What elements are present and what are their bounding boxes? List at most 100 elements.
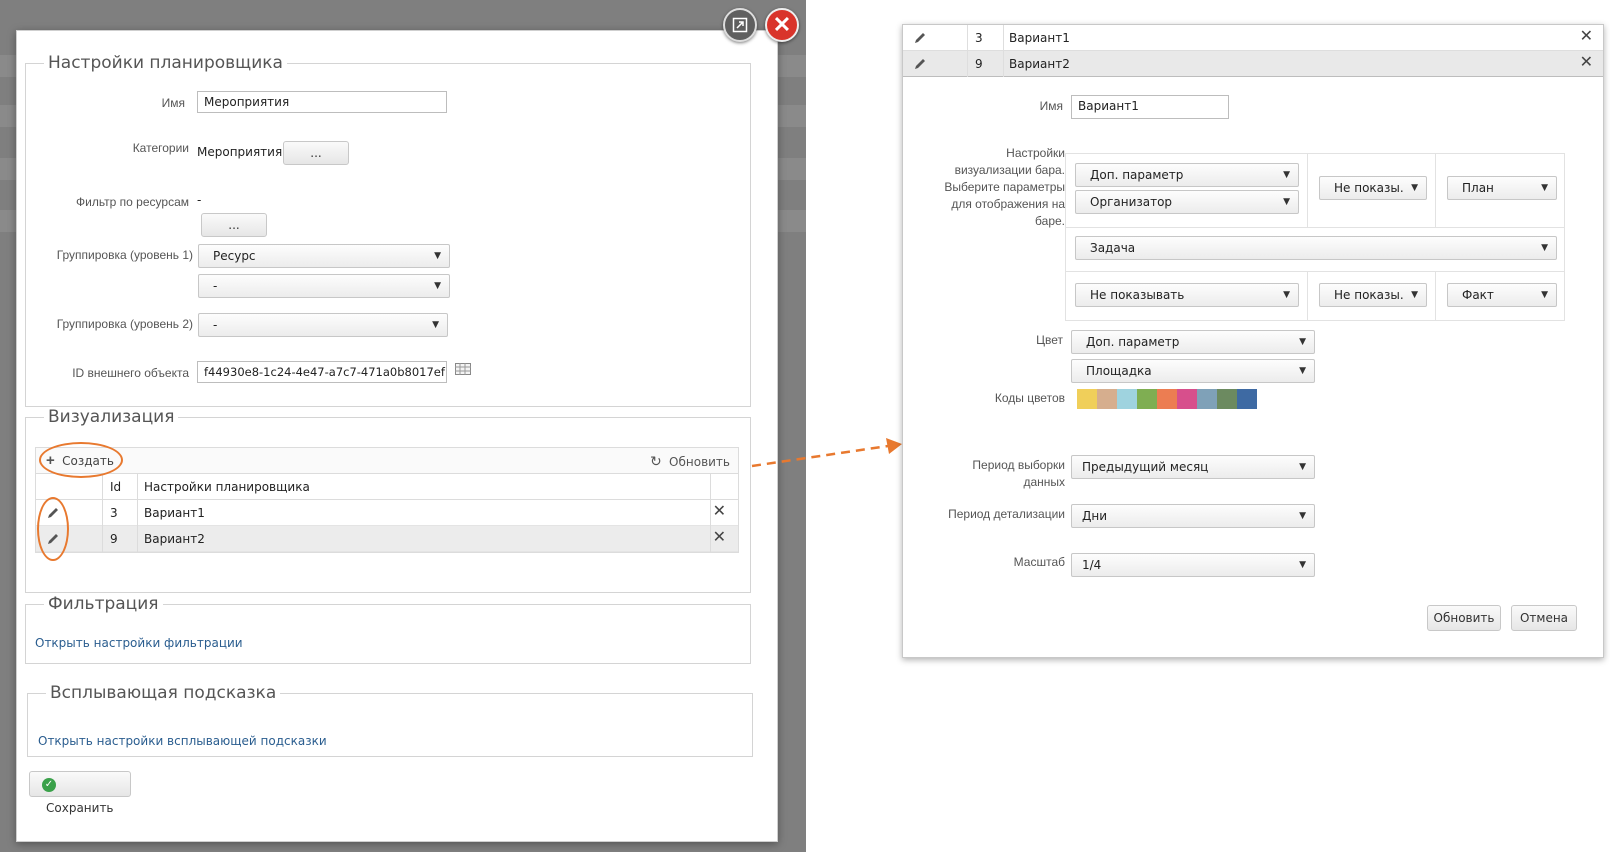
resource-filter-label: Фильтр по ресурсам: [76, 195, 189, 209]
cancel-button[interactable]: Отмена: [1511, 605, 1577, 631]
chevron-down-icon: ▼: [1541, 243, 1548, 253]
chevron-down-icon: ▼: [1411, 290, 1418, 300]
chevron-down-icon: ▼: [1283, 290, 1290, 300]
detail-period-select[interactable]: Дни ▼: [1071, 504, 1315, 528]
color-swatch: [1137, 389, 1157, 409]
name-label: Имя: [161, 96, 185, 110]
row-name: Вариант2: [144, 532, 205, 546]
chevron-down-icon: ▼: [1283, 197, 1290, 207]
chevron-down-icon: ▼: [1411, 183, 1418, 193]
bar-mode1-select[interactable]: План ▼: [1447, 176, 1557, 200]
open-filter-settings-link[interactable]: Открыть настройки фильтрации: [35, 636, 243, 650]
close-button[interactable]: ✕: [765, 8, 799, 42]
chevron-down-icon: ▼: [1299, 560, 1306, 570]
select-value: Дни: [1082, 509, 1108, 523]
name-input[interactable]: Вариант1: [1071, 95, 1229, 119]
table-row[interactable]: 9 Вариант2 ✕: [36, 526, 738, 552]
grouping-level1-label: Группировка (уровень 1): [56, 248, 193, 262]
bar-param1-select[interactable]: Доп. параметр ▼: [1075, 163, 1299, 187]
detail-period-label: Период детализации: [948, 507, 1065, 521]
bar-task-select[interactable]: Задача ▼: [1075, 236, 1557, 260]
open-tooltip-settings-link[interactable]: Открыть настройки всплывающей подсказки: [38, 734, 327, 748]
bar-param3-select[interactable]: Не показывать ▼: [1075, 283, 1299, 307]
select-value: Доп. параметр: [1086, 335, 1180, 349]
select-value: План: [1462, 181, 1494, 195]
row-id: 3: [110, 506, 118, 520]
row-id: 3: [975, 31, 983, 45]
categories-value: Мероприятия;: [197, 145, 287, 159]
name-input[interactable]: Мероприятия: [197, 91, 447, 113]
external-id-input[interactable]: f44930e8-1c24-4e47-a7c7-471a0b8017ef: [197, 361, 447, 383]
grid-divider: [1307, 271, 1308, 321]
section-title: Визуализация: [48, 407, 175, 427]
bar-mode2-select[interactable]: Факт ▼: [1447, 283, 1557, 307]
refresh-icon: ↻: [649, 453, 662, 469]
column-header-id[interactable]: Id: [110, 474, 121, 499]
grouping-level2-value: -: [213, 318, 218, 332]
chevron-down-icon: ▼: [434, 251, 441, 261]
table-row[interactable]: 3 Вариант1 ✕: [903, 25, 1603, 51]
delete-icon[interactable]: ✕: [1580, 29, 1593, 45]
table-icon[interactable]: [455, 363, 471, 375]
grid-divider: [1065, 227, 1565, 228]
save-label: Сохранить: [46, 801, 114, 815]
bar-show1-select[interactable]: Не показы. ▼: [1319, 176, 1427, 200]
highlight-ring-create: [39, 442, 123, 478]
name-label: Имя: [1039, 99, 1063, 113]
grouping-level2-select[interactable]: - ▼: [198, 313, 448, 337]
grouping-level1-select[interactable]: Ресурс ▼: [198, 244, 450, 268]
scale-label: Масштаб: [1013, 555, 1065, 569]
color-param-select[interactable]: Доп. параметр ▼: [1071, 330, 1315, 354]
table-row[interactable]: 3 Вариант1 ✕: [36, 500, 738, 526]
color-field-select[interactable]: Площадка ▼: [1071, 359, 1315, 383]
color-swatch: [1197, 389, 1217, 409]
delete-icon[interactable]: ✕: [713, 504, 726, 520]
section-title: Всплывающая подсказка: [50, 683, 277, 703]
select-value: Задача: [1090, 241, 1136, 255]
refresh-button[interactable]: ↻ Обновить: [650, 448, 730, 474]
visualization-grid: + Создать ↻ Обновить Id Настройки планир…: [35, 447, 739, 553]
section-title: Фильтрация: [48, 594, 159, 614]
close-icon: ✕: [772, 12, 792, 37]
label-line: Период выборки: [972, 458, 1065, 472]
table-row[interactable]: 9 Вариант2 ✕: [903, 51, 1603, 77]
pencil-icon[interactable]: [913, 57, 927, 71]
chevron-down-icon: ▼: [1541, 290, 1548, 300]
chevron-down-icon: ▼: [1283, 170, 1290, 180]
column-divider: [137, 474, 138, 552]
color-label: Цвет: [1036, 333, 1063, 347]
select-value: Доп. параметр: [1090, 168, 1184, 182]
color-swatch: [1217, 389, 1237, 409]
expand-button[interactable]: [723, 8, 757, 42]
color-swatch: [1237, 389, 1257, 409]
pencil-icon[interactable]: [913, 31, 927, 45]
period-select[interactable]: Предыдущий месяц ▼: [1071, 455, 1315, 479]
label-line: баре.: [1035, 214, 1065, 228]
label-line: визуализации бара.: [954, 163, 1065, 177]
categories-select-button[interactable]: ...: [283, 141, 349, 165]
column-divider: [1003, 25, 1004, 77]
resource-filter-button[interactable]: ...: [201, 213, 267, 237]
grid-divider: [1435, 153, 1436, 227]
check-icon: ✓: [42, 777, 56, 792]
delete-icon[interactable]: ✕: [1580, 55, 1593, 71]
label-line: данных: [1023, 475, 1065, 489]
delete-icon[interactable]: ✕: [713, 530, 726, 546]
color-swatch: [1157, 389, 1177, 409]
column-header-settings[interactable]: Настройки планировщика: [144, 474, 310, 499]
color-swatch: [1077, 389, 1097, 409]
bar-show2-select[interactable]: Не показы. ▼: [1319, 283, 1427, 307]
scheduler-settings-dialog: Настройки планировщика Имя Мероприятия К…: [16, 30, 778, 842]
save-button[interactable]: ✓ Сохранить: [29, 771, 131, 815]
select-value: Площадка: [1086, 364, 1152, 378]
color-swatch: [1177, 389, 1197, 409]
column-divider: [967, 25, 968, 77]
bar-param2-select[interactable]: Организатор ▼: [1075, 190, 1299, 214]
categories-label: Категории: [132, 141, 189, 155]
color-codes-palette: [1077, 389, 1277, 409]
scale-select[interactable]: 1/4 ▼: [1071, 553, 1315, 577]
external-id-label: ID внешнего объекта: [72, 366, 189, 380]
bar-settings-label: Настройки визуализации бара. Выберите па…: [913, 145, 1065, 230]
refresh-button[interactable]: Обновить: [1427, 605, 1501, 631]
grouping-level1-second-select[interactable]: - ▼: [198, 274, 450, 298]
